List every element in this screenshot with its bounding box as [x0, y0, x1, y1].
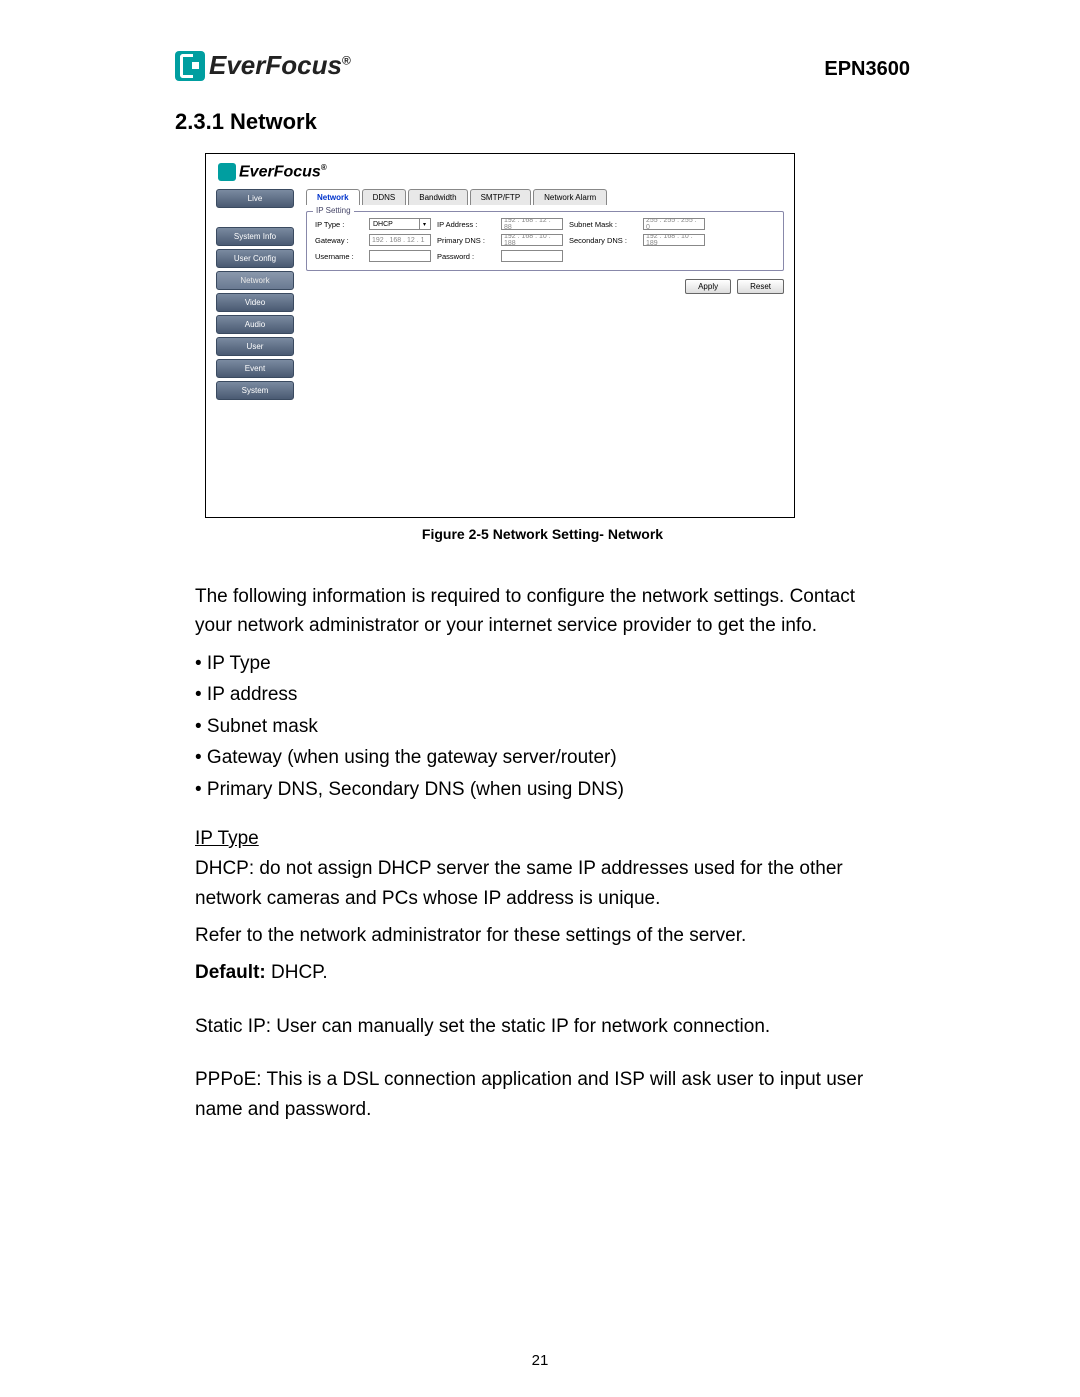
tab-network-alarm[interactable]: Network Alarm [533, 189, 607, 205]
primary-dns-input[interactable]: 192 . 168 . 10 . 188 [501, 234, 563, 246]
username-input[interactable] [369, 250, 431, 262]
main-panel: Network DDNS Bandwidth SMTP/FTP Network … [306, 189, 784, 400]
sidebar-item-live[interactable]: Live [216, 189, 294, 208]
section-heading: 2.3.1 Network [175, 109, 910, 135]
ip-type-select[interactable]: DHCP ▾ [369, 218, 431, 230]
subnet-mask-input[interactable]: 255 . 255 . 255 . 0 [643, 218, 705, 230]
default-line: Default: DHCP. [195, 958, 895, 987]
figure-caption: Figure 2-5 Network Setting- Network [175, 526, 910, 542]
sidebar-item-user-config[interactable]: User Config [216, 249, 294, 268]
logo-mark-icon [218, 163, 236, 181]
ip-address-label: IP Address : [437, 220, 495, 229]
sidebar-item-video[interactable]: Video [216, 293, 294, 312]
sidebar-item-network[interactable]: Network [216, 271, 294, 290]
static-ip-paragraph: Static IP: User can manually set the sta… [195, 1012, 895, 1041]
sidebar-item-event[interactable]: Event [216, 359, 294, 378]
tab-smtp-ftp[interactable]: SMTP/FTP [470, 189, 532, 205]
list-item: • IP Type [195, 649, 895, 678]
dhcp-paragraph-1: DHCP: do not assign DHCP server the same… [195, 854, 895, 913]
password-label: Password : [437, 252, 495, 261]
fieldset-legend: IP Setting [313, 206, 354, 215]
intro-paragraph: The following information is required to… [195, 582, 895, 641]
default-value: DHCP. [266, 962, 328, 983]
default-label: Default: [195, 962, 266, 983]
page-header: EverFocus® EPN3600 [175, 50, 910, 81]
ip-type-subheading: IP Type [195, 828, 910, 850]
gateway-input[interactable]: 192 . 168 . 12 . 1 [369, 234, 431, 246]
password-input[interactable] [501, 250, 563, 262]
figure-brand-logo: EverFocus® [218, 163, 788, 181]
figure-screenshot: EverFocus® Live System Info User Config … [205, 153, 795, 518]
brand-logo: EverFocus® [175, 50, 351, 81]
list-item: • IP address [195, 680, 895, 709]
tab-bar: Network DDNS Bandwidth SMTP/FTP Network … [306, 189, 784, 205]
tab-network[interactable]: Network [306, 189, 360, 205]
ip-type-label: IP Type : [315, 220, 363, 229]
sidebar: Live System Info User Config Network Vid… [216, 189, 294, 400]
dhcp-paragraph-2: Refer to the network administrator for t… [195, 921, 895, 950]
model-number: EPN3600 [824, 58, 910, 81]
list-item: • Primary DNS, Secondary DNS (when using… [195, 775, 895, 804]
reset-button[interactable]: Reset [737, 279, 784, 294]
pppoe-paragraph: PPPoE: This is a DSL connection applicat… [195, 1065, 895, 1124]
apply-button[interactable]: Apply [685, 279, 731, 294]
subnet-mask-label: Subnet Mask : [569, 220, 637, 229]
gateway-label: Gateway : [315, 236, 363, 245]
sidebar-item-system-info[interactable]: System Info [216, 227, 294, 246]
brand-name: EverFocus® [209, 50, 351, 81]
ip-address-input[interactable]: 192 . 168 . 12 . 88 [501, 218, 563, 230]
tab-ddns[interactable]: DDNS [362, 189, 407, 205]
list-item: • Gateway (when using the gateway server… [195, 743, 895, 772]
bullet-list: • IP Type • IP address • Subnet mask • G… [195, 649, 910, 804]
list-item: • Subnet mask [195, 712, 895, 741]
chevron-down-icon: ▾ [419, 219, 429, 229]
secondary-dns-input[interactable]: 192 . 168 . 10 . 189 [643, 234, 705, 246]
sidebar-item-audio[interactable]: Audio [216, 315, 294, 334]
sidebar-item-system[interactable]: System [216, 381, 294, 400]
sidebar-item-user[interactable]: User [216, 337, 294, 356]
secondary-dns-label: Secondary DNS : [569, 236, 637, 245]
logo-mark-icon [175, 51, 205, 81]
button-row: Apply Reset [306, 279, 784, 294]
ip-setting-fieldset: IP Setting IP Type : DHCP ▾ IP Address :… [306, 211, 784, 271]
figure-brand-name: EverFocus® [239, 163, 327, 181]
page-number: 21 [0, 1352, 1080, 1369]
primary-dns-label: Primary DNS : [437, 236, 495, 245]
username-label: Username : [315, 252, 363, 261]
tab-bandwidth[interactable]: Bandwidth [408, 189, 467, 205]
